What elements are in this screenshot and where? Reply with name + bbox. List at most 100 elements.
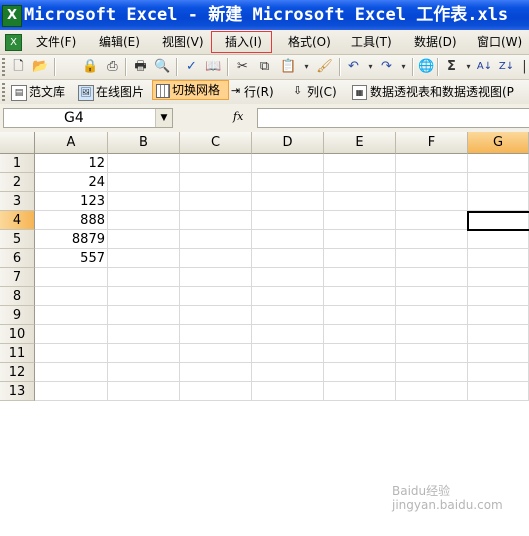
menu-view[interactable]: 视图(V) (160, 33, 206, 51)
hyperlink-icon[interactable]: 🌐 (418, 58, 435, 75)
template-library-button[interactable]: 范文库 (29, 83, 65, 101)
research-icon[interactable]: ✓ (183, 58, 200, 75)
cell-b11[interactable] (108, 344, 180, 363)
cell-f9[interactable] (396, 306, 468, 325)
cell-g9[interactable] (468, 306, 529, 325)
cell-b5[interactable] (108, 230, 180, 249)
menu-file[interactable]: 文件(F) (34, 33, 78, 51)
cell-c2[interactable] (180, 173, 252, 192)
cell-c5[interactable] (180, 230, 252, 249)
cell-g2[interactable] (468, 173, 529, 192)
cell-a5[interactable]: 8879 (35, 230, 108, 249)
open-icon[interactable]: 📂 (32, 58, 49, 75)
spelling-icon[interactable]: 🔍 (154, 58, 171, 75)
cell-e4[interactable] (324, 211, 396, 230)
cell-d6[interactable] (252, 249, 324, 268)
cell-g3[interactable] (468, 192, 529, 211)
cell-d7[interactable] (252, 268, 324, 287)
cell-d3[interactable] (252, 192, 324, 211)
insert-row-button[interactable]: 行(R) (244, 83, 274, 101)
column-header-f[interactable]: F (396, 132, 468, 154)
cell-f8[interactable] (396, 287, 468, 306)
cell-e5[interactable] (324, 230, 396, 249)
cell-f2[interactable] (396, 173, 468, 192)
cell-b9[interactable] (108, 306, 180, 325)
insert-function-button[interactable]: fx (233, 110, 243, 123)
cell-c4[interactable] (180, 211, 252, 230)
cell-b6[interactable] (108, 249, 180, 268)
cell-e9[interactable] (324, 306, 396, 325)
menu-edit[interactable]: 编辑(E) (97, 33, 142, 51)
cell-e1[interactable] (324, 154, 396, 173)
cell-a4[interactable]: 888 (35, 211, 108, 230)
cell-d11[interactable] (252, 344, 324, 363)
cell-e6[interactable] (324, 249, 396, 268)
toolbar-grip[interactable] (2, 58, 5, 76)
cell-e11[interactable] (324, 344, 396, 363)
cell-f5[interactable] (396, 230, 468, 249)
cell-a10[interactable] (35, 325, 108, 344)
cell-e7[interactable] (324, 268, 396, 287)
cell-c7[interactable] (180, 268, 252, 287)
cell-b10[interactable] (108, 325, 180, 344)
sort-descending-icon[interactable]: Z↓ (498, 58, 515, 75)
cell-e2[interactable] (324, 173, 396, 192)
paste-icon[interactable]: 📋 (280, 58, 297, 75)
permission-icon[interactable]: 🔒 (82, 58, 99, 75)
cell-a6[interactable]: 557 (35, 249, 108, 268)
column-header-g[interactable]: G (468, 132, 529, 154)
row-header-13[interactable]: 13 (0, 382, 35, 401)
cell-d2[interactable] (252, 173, 324, 192)
row-header-6[interactable]: 6 (0, 249, 35, 268)
cell-d5[interactable] (252, 230, 324, 249)
cell-c3[interactable] (180, 192, 252, 211)
column-header-b[interactable]: B (108, 132, 180, 154)
cell-d9[interactable] (252, 306, 324, 325)
format-painter-icon[interactable]: 🖌 (316, 58, 333, 75)
column-header-e[interactable]: E (324, 132, 396, 154)
workbook-icon[interactable]: X (5, 34, 22, 51)
cell-f11[interactable] (396, 344, 468, 363)
new-icon[interactable]: 🗋 (10, 58, 27, 75)
cell-c13[interactable] (180, 382, 252, 401)
cell-a1[interactable]: 12 (35, 154, 108, 173)
cell-b2[interactable] (108, 173, 180, 192)
cell-d10[interactable] (252, 325, 324, 344)
excel-icon[interactable]: X (2, 5, 22, 27)
cell-c8[interactable] (180, 287, 252, 306)
column-header-a[interactable]: A (35, 132, 108, 154)
cell-b1[interactable] (108, 154, 180, 173)
cell-c9[interactable] (180, 306, 252, 325)
row-header-10[interactable]: 10 (0, 325, 35, 344)
cell-e13[interactable] (324, 382, 396, 401)
cell-b8[interactable] (108, 287, 180, 306)
cell-a12[interactable] (35, 363, 108, 382)
cell-a8[interactable] (35, 287, 108, 306)
menu-data[interactable]: 数据(D) (412, 33, 459, 51)
cell-d8[interactable] (252, 287, 324, 306)
cell-f12[interactable] (396, 363, 468, 382)
copy-icon[interactable]: ⧉ (256, 58, 273, 75)
print-preview-icon[interactable]: 🖶 (132, 58, 149, 75)
redo-dropdown-icon[interactable]: ▾ (395, 58, 412, 75)
cell-d13[interactable] (252, 382, 324, 401)
active-cell-g4[interactable] (467, 211, 529, 231)
sort-ascending-icon[interactable]: A↓ (476, 58, 493, 75)
cell-g10[interactable] (468, 325, 529, 344)
row-header-12[interactable]: 12 (0, 363, 35, 382)
cell-f10[interactable] (396, 325, 468, 344)
cell-b4[interactable] (108, 211, 180, 230)
cell-f7[interactable] (396, 268, 468, 287)
row-header-7[interactable]: 7 (0, 268, 35, 287)
print-icon[interactable]: ⎙ (104, 58, 121, 75)
cell-b13[interactable] (108, 382, 180, 401)
cell-g7[interactable] (468, 268, 529, 287)
cell-a3[interactable]: 123 (35, 192, 108, 211)
row-header-8[interactable]: 8 (0, 287, 35, 306)
cell-f3[interactable] (396, 192, 468, 211)
row-header-9[interactable]: 9 (0, 306, 35, 325)
pivot-table-button[interactable]: 数据透视表和数据透视图(P (370, 83, 514, 101)
select-all-corner[interactable] (0, 132, 35, 154)
cell-c6[interactable] (180, 249, 252, 268)
cell-d1[interactable] (252, 154, 324, 173)
